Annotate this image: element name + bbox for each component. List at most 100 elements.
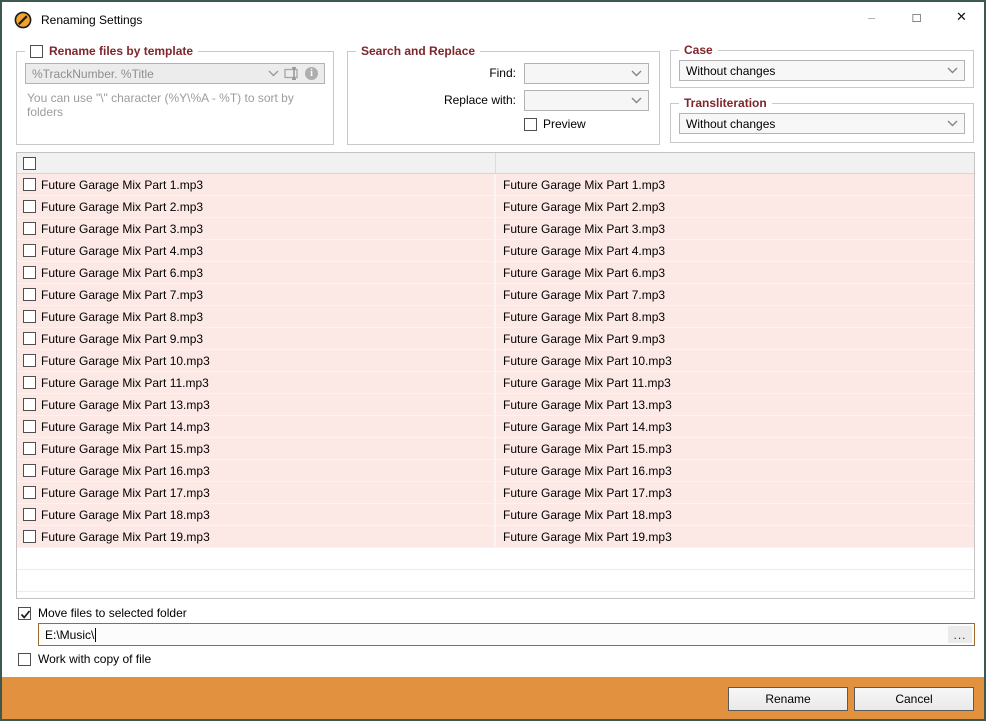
new-name-cell[interactable]: Future Garage Mix Part 2.mp3 [496,196,974,217]
new-name-cell[interactable]: Future Garage Mix Part 18.mp3 [496,504,974,525]
row-checkbox[interactable] [23,354,36,367]
chevron-down-icon[interactable] [631,70,642,77]
new-name-cell[interactable]: Future Garage Mix Part 6.mp3 [496,262,974,283]
rename-button[interactable]: Rename [728,687,848,711]
new-name-cell[interactable]: Future Garage Mix Part 14.mp3 [496,416,974,437]
find-combobox[interactable] [524,63,649,84]
destination-path-input[interactable]: E:\Music\ ... [38,623,975,646]
table-row[interactable]: Future Garage Mix Part 2.mp3 Future Gara… [17,196,974,218]
work-with-copy-option[interactable]: Work with copy of file [18,652,151,666]
chevron-down-icon[interactable] [631,97,642,104]
row-checkbox[interactable] [23,376,36,389]
new-name-cell[interactable]: Future Garage Mix Part 3.mp3 [496,218,974,239]
chevron-down-icon[interactable] [268,70,279,77]
table-row[interactable]: Future Garage Mix Part 4.mp3 Future Gara… [17,240,974,262]
replace-combobox[interactable] [524,90,649,111]
select-all-checkbox[interactable] [23,157,36,170]
move-files-checkbox[interactable] [18,607,31,620]
close-button[interactable]: ✕ [939,2,984,32]
work-with-copy-checkbox[interactable] [18,653,31,666]
old-name-cell[interactable]: Future Garage Mix Part 3.mp3 [17,218,496,239]
table-row[interactable]: Future Garage Mix Part 18.mp3 Future Gar… [17,504,974,526]
browse-folder-button[interactable]: ... [948,626,972,643]
new-name-cell[interactable]: Future Garage Mix Part 9.mp3 [496,328,974,349]
new-name-cell[interactable]: Future Garage Mix Part 19.mp3 [496,526,974,547]
row-checkbox[interactable] [23,200,36,213]
preview-option[interactable]: Preview [524,117,586,131]
table-row[interactable]: Future Garage Mix Part 14.mp3 Future Gar… [17,416,974,438]
old-name-cell[interactable]: Future Garage Mix Part 7.mp3 [17,284,496,305]
old-name-cell[interactable]: Future Garage Mix Part 8.mp3 [17,306,496,327]
old-name-cell[interactable]: Future Garage Mix Part 15.mp3 [17,438,496,459]
table-row[interactable]: Future Garage Mix Part 1.mp3 Future Gara… [17,174,974,196]
old-name-cell[interactable]: Future Garage Mix Part 19.mp3 [17,526,496,547]
row-checkbox[interactable] [23,398,36,411]
table-row[interactable]: Future Garage Mix Part 10.mp3 Future Gar… [17,350,974,372]
row-checkbox[interactable] [23,310,36,323]
row-checkbox[interactable] [23,420,36,433]
row-checkbox[interactable] [23,332,36,345]
new-name-cell[interactable]: Future Garage Mix Part 16.mp3 [496,460,974,481]
table-row[interactable]: Future Garage Mix Part 15.mp3 Future Gar… [17,438,974,460]
table-row[interactable]: Future Garage Mix Part 6.mp3 Future Gara… [17,262,974,284]
row-checkbox[interactable] [23,178,36,191]
table-row[interactable]: Future Garage Mix Part 19.mp3 Future Gar… [17,526,974,548]
new-name-cell[interactable]: Future Garage Mix Part 10.mp3 [496,350,974,371]
row-checkbox[interactable] [23,288,36,301]
header-old-name-column[interactable] [17,153,496,173]
minimize-button[interactable]: – [849,2,894,32]
row-checkbox[interactable] [23,222,36,235]
old-name-cell[interactable]: Future Garage Mix Part 17.mp3 [17,482,496,503]
old-name-cell[interactable]: Future Garage Mix Part 11.mp3 [17,372,496,393]
transliteration-combobox[interactable]: Without changes [679,113,965,134]
maximize-button[interactable]: □ [894,2,939,32]
old-name-cell[interactable]: Future Garage Mix Part 1.mp3 [17,174,496,195]
old-name-cell[interactable]: Future Garage Mix Part 18.mp3 [17,504,496,525]
old-name-cell[interactable]: Future Garage Mix Part 14.mp3 [17,416,496,437]
row-checkbox[interactable] [23,530,36,543]
old-name-cell[interactable]: Future Garage Mix Part 9.mp3 [17,328,496,349]
row-checkbox[interactable] [23,244,36,257]
new-name-cell[interactable]: Future Garage Mix Part 8.mp3 [496,306,974,327]
row-checkbox[interactable] [23,442,36,455]
template-combobox[interactable]: %TrackNumber. %Title i [25,63,325,84]
chevron-down-icon[interactable] [947,120,958,127]
row-checkbox[interactable] [23,486,36,499]
new-name-cell[interactable]: Future Garage Mix Part 11.mp3 [496,372,974,393]
preview-checkbox[interactable] [524,118,537,131]
rename-by-template-checkbox[interactable] [30,45,43,58]
new-name-cell[interactable]: Future Garage Mix Part 17.mp3 [496,482,974,503]
old-name-cell[interactable]: Future Garage Mix Part 2.mp3 [17,196,496,217]
case-combobox[interactable]: Without changes [679,60,965,81]
cancel-button[interactable]: Cancel [854,687,974,711]
row-checkbox[interactable] [23,464,36,477]
new-name-cell[interactable]: Future Garage Mix Part 1.mp3 [496,174,974,195]
table-row[interactable]: Future Garage Mix Part 3.mp3 Future Gara… [17,218,974,240]
info-icon[interactable]: i [305,67,318,80]
table-row[interactable]: Future Garage Mix Part 16.mp3 Future Gar… [17,460,974,482]
table-row[interactable]: Future Garage Mix Part 9.mp3 Future Gara… [17,328,974,350]
header-new-name-column[interactable] [496,153,974,173]
row-checkbox[interactable] [23,508,36,521]
new-name-cell[interactable]: Future Garage Mix Part 7.mp3 [496,284,974,305]
table-row[interactable]: Future Garage Mix Part 11.mp3 Future Gar… [17,372,974,394]
table-header[interactable] [17,153,974,174]
old-name-cell[interactable]: Future Garage Mix Part 4.mp3 [17,240,496,261]
rename-field-icon[interactable] [284,67,300,80]
table-row[interactable]: Future Garage Mix Part 17.mp3 Future Gar… [17,482,974,504]
new-name-cell[interactable]: Future Garage Mix Part 15.mp3 [496,438,974,459]
move-files-option[interactable]: Move files to selected folder [18,606,187,620]
old-name-cell[interactable]: Future Garage Mix Part 6.mp3 [17,262,496,283]
table-row[interactable]: Future Garage Mix Part 13.mp3 Future Gar… [17,394,974,416]
new-filename: Future Garage Mix Part 6.mp3 [503,266,665,280]
old-name-cell[interactable]: Future Garage Mix Part 13.mp3 [17,394,496,415]
table-row[interactable]: Future Garage Mix Part 7.mp3 Future Gara… [17,284,974,306]
new-name-cell[interactable]: Future Garage Mix Part 4.mp3 [496,240,974,261]
old-name-cell[interactable]: Future Garage Mix Part 16.mp3 [17,460,496,481]
table-row[interactable]: Future Garage Mix Part 8.mp3 Future Gara… [17,306,974,328]
row-checkbox[interactable] [23,266,36,279]
old-name-cell[interactable]: Future Garage Mix Part 10.mp3 [17,350,496,371]
chevron-down-icon[interactable] [947,67,958,74]
new-name-cell[interactable]: Future Garage Mix Part 13.mp3 [496,394,974,415]
case-combobox-value: Without changes [686,64,943,78]
